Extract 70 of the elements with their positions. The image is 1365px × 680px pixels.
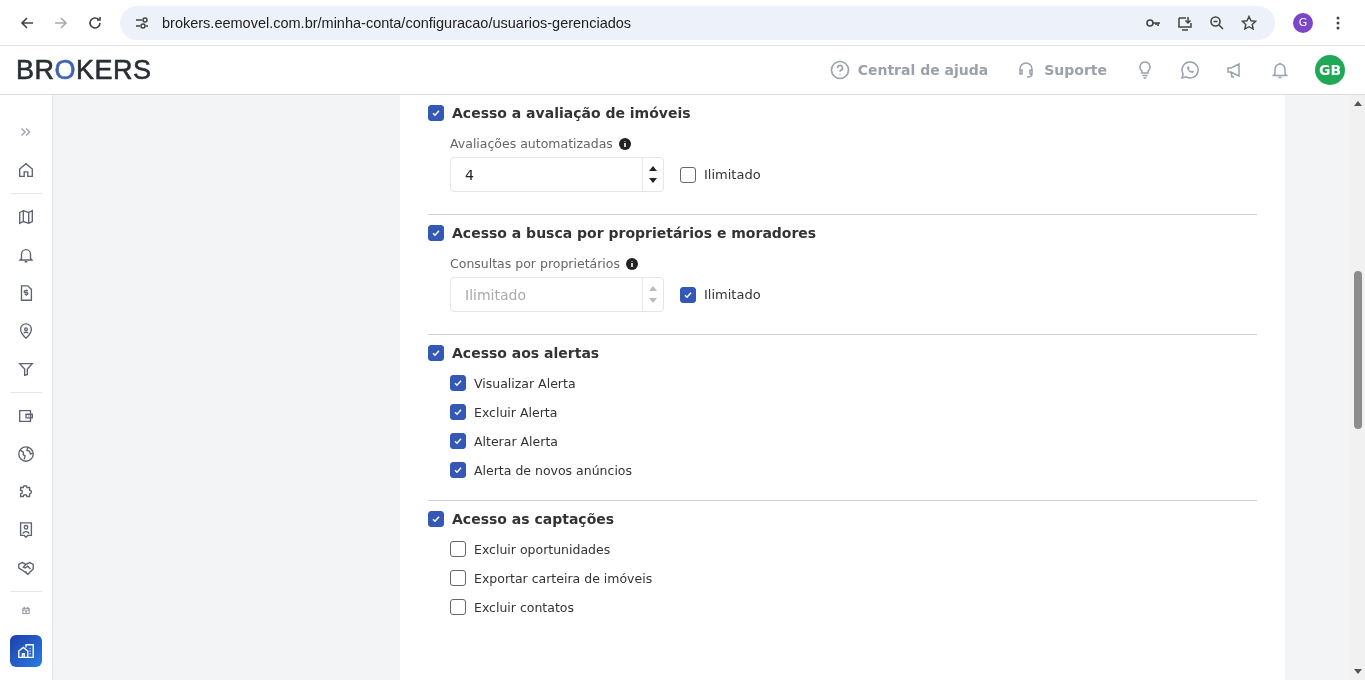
wallet-icon[interactable] bbox=[17, 407, 35, 425]
field-label: Consultas por proprietários bbox=[450, 256, 620, 271]
checkmark-icon bbox=[430, 513, 442, 525]
contact-card-icon[interactable] bbox=[17, 521, 35, 539]
checkbox[interactable] bbox=[450, 404, 466, 420]
checkbox[interactable] bbox=[680, 166, 696, 183]
url-text: brokers.eemovel.com.br/minha-conta/configuracao/usuarios-gerenciados bbox=[162, 14, 632, 31]
checkbox[interactable] bbox=[428, 105, 444, 121]
checkbox[interactable] bbox=[450, 462, 466, 478]
checkbox[interactable] bbox=[450, 570, 466, 586]
whatsapp-icon[interactable] bbox=[1180, 60, 1200, 80]
decrement-icon[interactable] bbox=[648, 178, 658, 184]
checkmark-icon bbox=[452, 406, 464, 418]
checkbox-label: Excluir Alerta bbox=[474, 404, 558, 420]
bell-icon[interactable] bbox=[17, 246, 35, 264]
filter-icon[interactable] bbox=[17, 360, 35, 378]
scroll-down-icon[interactable] bbox=[1353, 669, 1362, 675]
brokers-logo[interactable]: BROKERS bbox=[16, 54, 152, 86]
checkmark-icon bbox=[430, 107, 442, 119]
checkmark-icon bbox=[452, 377, 464, 389]
reload-icon[interactable] bbox=[87, 14, 103, 31]
field-label: Avaliações automatizadas bbox=[450, 136, 613, 151]
checkbox-label: Exportar carteira de imóveis bbox=[474, 570, 653, 586]
profile-avatar[interactable]: G bbox=[1293, 12, 1313, 33]
scroll-up-icon[interactable] bbox=[1353, 100, 1362, 106]
section-title: Acesso a avaliação de imóveis bbox=[452, 105, 691, 121]
checkbox-label: Ilimitado bbox=[704, 167, 761, 182]
question-circle-icon bbox=[829, 60, 850, 80]
zoom-out-icon[interactable] bbox=[1209, 14, 1225, 31]
checkbox[interactable] bbox=[450, 375, 466, 391]
install-icon[interactable] bbox=[1177, 14, 1193, 31]
increment-icon[interactable] bbox=[648, 165, 658, 171]
info-icon[interactable] bbox=[618, 137, 631, 150]
scrollbar-thumb[interactable] bbox=[1353, 271, 1362, 429]
checkbox-label: Alerta de novos anúncios bbox=[474, 462, 633, 478]
checkmark-icon bbox=[452, 435, 464, 447]
number-input[interactable]: 4 bbox=[450, 157, 664, 192]
checkbox[interactable] bbox=[428, 225, 444, 241]
scrollbar[interactable] bbox=[1350, 95, 1365, 680]
checkbox-label: Ilimitado bbox=[704, 287, 761, 302]
checkbox[interactable] bbox=[428, 511, 444, 527]
info-icon[interactable] bbox=[625, 257, 638, 270]
checkbox[interactable] bbox=[450, 541, 466, 557]
checkbox[interactable] bbox=[680, 286, 696, 303]
checkmark-icon bbox=[452, 464, 464, 476]
address-bar[interactable]: brokers.eemovel.com.br/minha-conta/configuracao/usuarios-gerenciados bbox=[120, 5, 1275, 40]
map-icon[interactable] bbox=[17, 208, 35, 226]
section-title: Acesso aos alertas bbox=[452, 345, 600, 361]
checkmark-icon bbox=[430, 347, 442, 359]
checkbox[interactable] bbox=[450, 433, 466, 449]
checkbox-label: Excluir contatos bbox=[474, 599, 574, 615]
location-pin-icon[interactable] bbox=[17, 322, 35, 340]
checkbox-label: Alterar Alerta bbox=[474, 433, 558, 449]
section-title: Acesso a busca por proprietários e moradores bbox=[452, 225, 817, 241]
properties-app-button[interactable] bbox=[10, 635, 42, 667]
building-home-icon bbox=[17, 642, 35, 660]
site-settings-icon[interactable] bbox=[134, 14, 150, 31]
checkbox[interactable] bbox=[450, 599, 466, 615]
home-icon[interactable] bbox=[17, 161, 35, 179]
handshake-icon[interactable] bbox=[17, 559, 35, 577]
bell-icon[interactable] bbox=[1270, 60, 1290, 80]
checkbox[interactable] bbox=[428, 345, 444, 361]
checkbox-label: Visualizar Alerta bbox=[474, 375, 576, 391]
back-icon[interactable] bbox=[19, 14, 35, 31]
star-icon[interactable] bbox=[1241, 14, 1257, 31]
globe-icon[interactable] bbox=[17, 445, 35, 463]
section-title: Acesso as captações bbox=[452, 511, 615, 527]
user-avatar[interactable]: GB bbox=[1315, 55, 1345, 85]
checkbox-label: Excluir oportunidades bbox=[474, 541, 611, 557]
checkmark-icon bbox=[430, 227, 442, 239]
